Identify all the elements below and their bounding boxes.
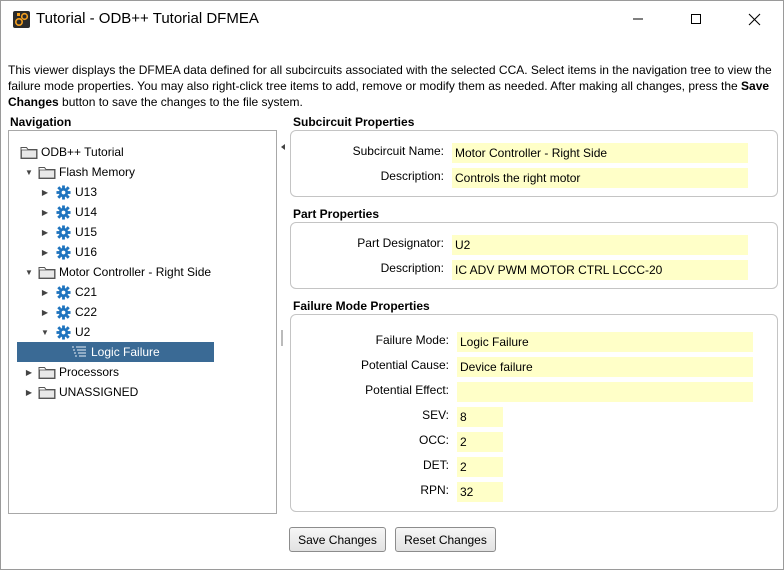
subcircuit-properties-title: Subcircuit Properties bbox=[293, 115, 415, 129]
tree-item-label: Logic Failure bbox=[91, 345, 160, 359]
part-description-field[interactable]: IC ADV PWM MOTOR CTRL LCCC-20 bbox=[452, 260, 748, 280]
tree-item-label: Motor Controller - Right Side bbox=[59, 265, 212, 279]
tree-item-u2[interactable]: ▼ U2 bbox=[39, 322, 90, 342]
splitter-grip[interactable] bbox=[281, 330, 283, 346]
tree-item-processors[interactable]: ▶ Processors bbox=[23, 362, 119, 382]
tree-item-label: U13 bbox=[75, 185, 98, 199]
reset-changes-button[interactable]: Reset Changes bbox=[395, 527, 496, 552]
expanded-arrow-icon[interactable]: ▼ bbox=[39, 326, 51, 338]
collapsed-arrow-icon[interactable]: ▶ bbox=[39, 286, 51, 298]
close-icon bbox=[748, 13, 760, 25]
tree-item-label: Processors bbox=[59, 365, 120, 379]
tree-item-label: ODB++ Tutorial bbox=[41, 145, 124, 159]
rpn-field: 32 bbox=[457, 482, 503, 502]
part-description-label: Description: bbox=[380, 261, 444, 275]
navigation-tree[interactable]: ODB++ Tutorial ▼ Flash Memory ▶ U13 ▶ U14 ▶ U15 ▶… bbox=[8, 130, 277, 514]
gear-icon bbox=[54, 284, 72, 300]
app-logo-icon bbox=[13, 11, 30, 28]
part-properties-title: Part Properties bbox=[293, 207, 380, 221]
tree-item-label: Flash Memory bbox=[59, 165, 136, 179]
tree-item-logic-failure[interactable]: Logic Failure bbox=[17, 342, 214, 362]
tree-item-u16[interactable]: ▶ U16 bbox=[39, 242, 97, 262]
tree-item-odb-tutorial[interactable]: ODB++ Tutorial bbox=[17, 142, 124, 162]
subcircuit-name-label: Subcircuit Name: bbox=[352, 144, 444, 158]
gear-icon bbox=[54, 224, 72, 240]
window-title: Tutorial - ODB++ Tutorial DFMEA bbox=[36, 10, 259, 27]
title-bar[interactable]: Tutorial - ODB++ Tutorial DFMEA bbox=[1, 1, 783, 37]
tree-item-label: U15 bbox=[75, 225, 98, 239]
subcircuit-name-field[interactable]: Motor Controller - Right Side bbox=[452, 143, 748, 163]
maximize-icon bbox=[691, 14, 701, 24]
sev-label: SEV: bbox=[422, 408, 449, 422]
tree-item-motor-controller-right-side[interactable]: ▼ Motor Controller - Right Side bbox=[23, 262, 211, 282]
minimize-icon bbox=[633, 18, 643, 20]
subcircuit-properties-group: Subcircuit Name: Motor Controller - Righ… bbox=[290, 130, 778, 197]
gear-icon bbox=[54, 244, 72, 260]
folder-icon bbox=[38, 164, 56, 180]
potential-effect-field[interactable] bbox=[457, 382, 753, 402]
potential-cause-label: Potential Cause: bbox=[360, 358, 449, 372]
collapsed-arrow-icon[interactable]: ▶ bbox=[39, 246, 51, 258]
expanded-arrow-icon[interactable]: ▼ bbox=[23, 166, 35, 178]
list-icon bbox=[70, 344, 88, 360]
tree-item-label: U16 bbox=[75, 245, 98, 259]
det-label: DET: bbox=[422, 458, 449, 472]
viewer-description: This viewer displays the DFMEA data defi… bbox=[8, 62, 776, 110]
dfmea-window: Tutorial - ODB++ Tutorial DFMEA This vie… bbox=[0, 0, 784, 570]
part-properties-group: Part Designator: U2 Description: IC ADV … bbox=[290, 222, 778, 289]
description-text-end: button to save the changes to the file s… bbox=[58, 95, 303, 109]
potential-effect-label: Potential Effect: bbox=[365, 383, 449, 397]
tree-item-label: C21 bbox=[75, 285, 98, 299]
gear-icon bbox=[54, 204, 72, 220]
folder-icon bbox=[38, 264, 56, 280]
tree-item-label: C22 bbox=[75, 305, 98, 319]
collapsed-arrow-icon[interactable]: ▶ bbox=[23, 366, 35, 378]
tree-item-u14[interactable]: ▶ U14 bbox=[39, 202, 97, 222]
failure-mode-label: Failure Mode: bbox=[375, 333, 449, 347]
gear-icon bbox=[54, 304, 72, 320]
tree-item-c22[interactable]: ▶ C22 bbox=[39, 302, 97, 322]
subcircuit-description-field[interactable]: Controls the right motor bbox=[452, 168, 748, 188]
part-designator-field[interactable]: U2 bbox=[452, 235, 748, 255]
minimize-button[interactable] bbox=[609, 1, 667, 37]
collapsed-arrow-icon[interactable]: ▶ bbox=[39, 226, 51, 238]
navigation-title: Navigation bbox=[10, 115, 72, 129]
folder-icon bbox=[20, 144, 38, 160]
occ-label: OCC: bbox=[419, 433, 449, 447]
potential-cause-field[interactable]: Device failure bbox=[457, 357, 753, 377]
expanded-arrow-icon[interactable]: ▼ bbox=[23, 266, 35, 278]
tree-item-c21[interactable]: ▶ C21 bbox=[39, 282, 97, 302]
det-field[interactable]: 2 bbox=[457, 457, 503, 477]
gear-icon bbox=[54, 324, 72, 340]
failure-mode-properties-group: Failure Mode: Logic Failure Potential Ca… bbox=[290, 314, 778, 512]
tree-item-unassigned[interactable]: ▶ UNASSIGNED bbox=[23, 382, 138, 402]
maximize-button[interactable] bbox=[667, 1, 725, 37]
collapsed-arrow-icon[interactable]: ▶ bbox=[23, 386, 35, 398]
tree-item-u13[interactable]: ▶ U13 bbox=[39, 182, 97, 202]
collapsed-arrow-icon[interactable]: ▶ bbox=[39, 186, 51, 198]
failure-mode-field[interactable]: Logic Failure bbox=[457, 332, 753, 352]
tree-item-u15[interactable]: ▶ U15 bbox=[39, 222, 97, 242]
folder-icon bbox=[38, 364, 56, 380]
collapse-arrow-icon[interactable] bbox=[281, 144, 285, 150]
tree-item-label: UNASSIGNED bbox=[59, 385, 139, 399]
tree-item-label: U2 bbox=[75, 325, 91, 339]
failure-mode-properties-title: Failure Mode Properties bbox=[293, 299, 430, 313]
collapsed-arrow-icon[interactable]: ▶ bbox=[39, 206, 51, 218]
close-button[interactable] bbox=[725, 1, 783, 37]
tree-item-label: U14 bbox=[75, 205, 98, 219]
folder-icon bbox=[38, 384, 56, 400]
description-text: This viewer displays the DFMEA data defi… bbox=[8, 63, 772, 93]
subcircuit-description-label: Description: bbox=[380, 169, 444, 183]
save-changes-button[interactable]: Save Changes bbox=[289, 527, 386, 552]
tree-item-flash-memory[interactable]: ▼ Flash Memory bbox=[23, 162, 135, 182]
part-designator-label: Part Designator: bbox=[357, 236, 444, 250]
rpn-label: RPN: bbox=[420, 483, 449, 497]
gear-icon bbox=[54, 184, 72, 200]
sev-field[interactable]: 8 bbox=[457, 407, 503, 427]
occ-field[interactable]: 2 bbox=[457, 432, 503, 452]
collapsed-arrow-icon[interactable]: ▶ bbox=[39, 306, 51, 318]
panel-splitter[interactable] bbox=[280, 130, 286, 514]
